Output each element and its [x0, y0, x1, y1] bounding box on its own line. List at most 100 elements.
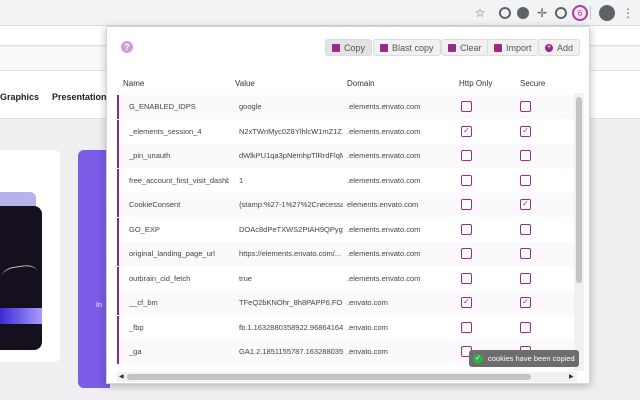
cookie-row[interactable]: outbrain_cid_fetch true .elements.envato.c…	[117, 266, 577, 291]
cookie-row[interactable]: __cf_bm TFeQ2bKNOhr_8h8PAPP6.FO... .envato…	[117, 291, 577, 315]
secure-checkbox[interactable]	[520, 248, 531, 259]
column-header-name[interactable]: Name	[123, 79, 144, 88]
http-only-checkbox[interactable]	[461, 150, 472, 161]
secure-checkbox[interactable]	[520, 174, 531, 186]
row-indicator	[117, 95, 119, 119]
cookie-domain: .elements.envato.com	[347, 224, 421, 234]
check-extension-icon[interactable]	[515, 5, 531, 21]
column-header-value[interactable]: Value	[235, 79, 255, 88]
secure-checkbox[interactable]	[520, 321, 531, 333]
cookie-row[interactable]: original_landing_page_url https://element…	[117, 242, 577, 266]
cookie-name: _pin_unauth	[129, 151, 171, 160]
cookie-row[interactable]: GO_EXP DOAc8dPeTXWS2PtAH9QPyg... .elements…	[117, 217, 577, 242]
blast-copy-icon	[380, 43, 388, 52]
secure-checkbox[interactable]: ✓	[520, 297, 531, 308]
cookie-value: N2xTWnMyc0Z8YlhlcW1mZ1Z...	[239, 126, 343, 136]
cookie-row[interactable]: _elements_session_4 N2xTWnMyc0Z8YlhlcW1mZ…	[117, 119, 577, 144]
add-icon: +	[545, 43, 553, 52]
row-indicator	[117, 193, 119, 217]
http-only-checkbox[interactable]	[461, 248, 472, 259]
row-indicator	[117, 340, 119, 364]
cookie-row[interactable]: _pin_unauth dWlkPU1qa3pNemhpTlRrdFlqMm...…	[117, 144, 577, 168]
cookie-domain: .elements.envato.com	[347, 151, 421, 160]
compass-icon[interactable]: ✛	[534, 5, 550, 21]
browser-toolbar: ☆ ✛ 6 ⋮	[0, 0, 640, 26]
row-indicator	[117, 144, 119, 168]
cookie-domain: .envato.com	[347, 322, 388, 332]
scroll-left-arrow[interactable]: ◀	[119, 373, 124, 380]
cookie-row[interactable]: free_account_first_visit_dashboard 1 .elem…	[117, 168, 577, 193]
http-only-checkbox[interactable]: ✓	[461, 297, 472, 308]
cookie-name: original_landing_page_url	[129, 249, 215, 258]
row-indicator	[117, 266, 119, 291]
phone-preview	[0, 206, 42, 350]
secure-checkbox[interactable]	[520, 150, 531, 161]
http-only-checkbox[interactable]	[461, 321, 472, 333]
help-icon[interactable]: ?	[121, 41, 133, 53]
http-only-checkbox[interactable]	[461, 174, 472, 186]
cookie-domain: .elements.envato.com	[347, 175, 421, 185]
copied-toast: ✓ cookies have been copied	[469, 350, 579, 367]
secure-checkbox[interactable]	[520, 101, 531, 112]
row-indicator	[117, 168, 119, 193]
cookie-value: true	[239, 273, 252, 283]
cookie-editor-icon[interactable]: 6	[572, 5, 588, 21]
profile-avatar-icon[interactable]	[599, 5, 615, 21]
cookie-domain: .elements.envato.com	[347, 249, 421, 258]
cookie-domain: .elements.envato.com	[347, 126, 421, 136]
secure-checkbox[interactable]	[520, 272, 531, 284]
clear-button-label: Clear	[460, 42, 482, 53]
copy-button-label: Copy	[344, 42, 366, 53]
http-only-checkbox[interactable]	[461, 272, 472, 284]
cookie-domain: .elements.envato.com	[347, 102, 421, 111]
column-header-secure[interactable]: Secure	[520, 79, 545, 88]
add-button[interactable]: + Add	[538, 39, 581, 56]
scroll-right-arrow[interactable]: ▶	[569, 373, 574, 380]
cookie-row[interactable]: _fbp fb.1.1632880358922.968641642 .envato.…	[117, 315, 577, 340]
check-circle-icon: ✓	[473, 353, 483, 364]
row-indicator	[117, 217, 119, 242]
cookie-name: _elements_session_4	[129, 126, 202, 136]
vertical-scroll-thumb[interactable]	[576, 97, 582, 283]
clear-button[interactable]: Clear	[441, 39, 489, 56]
secure-checkbox[interactable]	[520, 223, 531, 235]
cookie-value: dWlkPU1qa3pNemhpTlRrdFlqMm...	[239, 151, 343, 160]
row-indicator	[117, 242, 119, 266]
http-only-checkbox[interactable]	[461, 199, 472, 210]
blast-copy-button[interactable]: Blast copy	[373, 39, 441, 56]
vertical-scrollbar[interactable]	[574, 93, 584, 371]
import-button[interactable]: Import	[487, 39, 539, 56]
cookie-name: free_account_first_visit_dashboard	[129, 175, 229, 185]
refresh-extension-icon[interactable]	[497, 5, 513, 21]
http-only-checkbox[interactable]	[461, 223, 472, 235]
cookie-value: DOAc8dPeTXWS2PtAH9QPyg...	[239, 224, 343, 234]
blast-copy-button-label: Blast copy	[392, 42, 434, 53]
promo-card-text: In	[96, 302, 102, 309]
eye-extension-icon[interactable]	[553, 5, 569, 21]
cookie-name: G_ENABLED_IDPS	[129, 102, 196, 111]
column-header-http-only[interactable]: Http Only	[459, 79, 492, 88]
cookie-row[interactable]: G_ENABLED_IDPS google .elements.envato.com	[117, 95, 577, 119]
column-header-domain[interactable]: Domain	[347, 79, 375, 88]
row-indicator	[117, 291, 119, 315]
secure-checkbox[interactable]: ✓	[520, 125, 531, 137]
cookie-row[interactable]: CookieConsent {stamp:%27-1%27%2Cnecessary…	[117, 193, 577, 217]
horizontal-scrollbar[interactable]: ◀ ▶	[117, 372, 577, 382]
horizontal-scroll-thumb[interactable]	[127, 374, 531, 380]
cookie-domain: elements.envato.com	[347, 200, 419, 209]
cookie-value: google	[239, 102, 262, 111]
http-only-checkbox[interactable]	[461, 101, 472, 112]
toast-message: cookies have been copied	[488, 354, 575, 363]
cookie-editor-popup: ? Copy Blast copy Clear Import + Add Nam…	[106, 26, 590, 384]
add-button-label: Add	[557, 42, 574, 53]
nav-item-graphics[interactable]: Graphics	[0, 92, 39, 102]
copy-icon	[332, 43, 340, 52]
menu-icon[interactable]: ⋮	[620, 5, 636, 21]
http-only-checkbox[interactable]: ✓	[461, 125, 472, 137]
copy-button[interactable]: Copy	[325, 39, 373, 56]
import-icon	[494, 43, 502, 52]
secure-checkbox[interactable]: ✓	[520, 199, 531, 210]
star-icon[interactable]: ☆	[472, 5, 488, 21]
cookie-domain: .envato.com	[347, 298, 388, 307]
cookie-name: _fbp	[129, 322, 144, 332]
